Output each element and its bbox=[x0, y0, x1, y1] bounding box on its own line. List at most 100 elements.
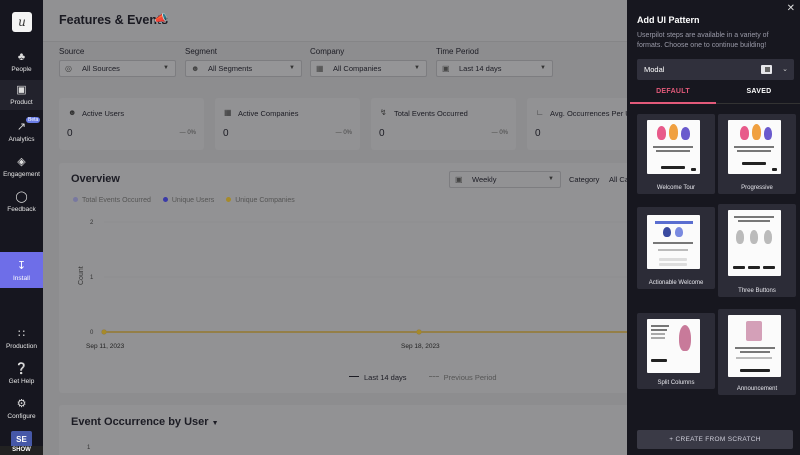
format-select[interactable]: Modal ⌄ bbox=[637, 59, 794, 80]
chevron-down-icon: ▼ bbox=[414, 65, 420, 71]
illustration-figure bbox=[740, 126, 749, 140]
sidebar-item-label: Product bbox=[10, 99, 33, 106]
chart-icon: ∟ bbox=[536, 108, 544, 117]
stat-label: Avg. Occurrences Per U bbox=[550, 109, 631, 118]
text-line bbox=[658, 249, 688, 251]
gear-icon: ⚙ bbox=[16, 398, 27, 410]
filter-segment: Segment ☻ All Segments ▼ bbox=[185, 47, 302, 77]
illustration-figure bbox=[669, 124, 678, 140]
source-select[interactable]: ◎ All Sources ▼ bbox=[59, 60, 176, 77]
sidebar-item-people[interactable]: ♣ People bbox=[0, 50, 43, 73]
install-icon: ↧ bbox=[16, 260, 27, 272]
filter-time-period: Time Period ▣ Last 14 days ▼ bbox=[436, 47, 553, 77]
illustration-figure bbox=[657, 126, 666, 140]
sidebar-item-analytics[interactable]: ↗ Beta Analytics bbox=[0, 117, 43, 143]
drawer-title: Add UI Pattern bbox=[637, 15, 700, 25]
beta-badge: Beta bbox=[26, 117, 41, 123]
sidebar-item-production[interactable]: ∷ Production bbox=[0, 327, 43, 350]
dashed-line-swatch bbox=[428, 376, 439, 377]
illustration-figure bbox=[736, 230, 744, 244]
help-icon: ❔ bbox=[14, 363, 29, 375]
thumb-button bbox=[659, 263, 687, 266]
chevron-down-icon: ▼ bbox=[211, 420, 219, 427]
sidebar-item-product[interactable]: ▣ Product bbox=[0, 80, 43, 110]
template-card-announcement[interactable]: Announcement bbox=[718, 309, 796, 395]
y-tick-label: 1 bbox=[90, 275, 94, 281]
tab-saved[interactable]: SAVED bbox=[716, 88, 800, 104]
select-value: Modal bbox=[644, 65, 665, 74]
template-name: Progressive bbox=[741, 185, 773, 191]
sidebar-item-get-help[interactable]: ❔ Get Help bbox=[0, 362, 43, 385]
illustration-figure bbox=[746, 321, 762, 341]
illustration-figure bbox=[675, 227, 683, 237]
template-card-progressive[interactable]: Progressive bbox=[718, 114, 796, 194]
text-line bbox=[738, 220, 770, 222]
sidebar-item-engagement[interactable]: ◈ Engagement bbox=[0, 155, 43, 178]
people-icon: ♣ bbox=[17, 51, 26, 63]
sidebar-item-label: Get Help bbox=[8, 378, 35, 385]
template-thumbnail bbox=[728, 120, 781, 174]
modal-icon bbox=[761, 65, 772, 74]
calendar-icon: ▣ bbox=[442, 64, 450, 73]
y-axis-label: Count bbox=[78, 266, 85, 285]
template-thumbnail bbox=[647, 215, 700, 269]
template-name: Actionable Welcome bbox=[648, 280, 704, 286]
sidebar: u ♣ People ▣ Product ↗ Beta Analytics ◈ … bbox=[0, 0, 43, 455]
stat-value: 0 bbox=[67, 128, 73, 139]
current-period-label: Last 14 days bbox=[364, 373, 407, 382]
template-name: Three Buttons bbox=[738, 288, 776, 294]
template-name: Split Columns bbox=[657, 380, 695, 386]
grid-icon: ∷ bbox=[18, 328, 25, 340]
sidebar-item-label: Install bbox=[13, 275, 30, 282]
select-value: All Sources bbox=[82, 64, 120, 73]
text-line bbox=[653, 242, 693, 244]
illustration-figure bbox=[764, 230, 772, 244]
thumb-button bbox=[742, 162, 766, 165]
chevron-down-icon: ▼ bbox=[289, 65, 295, 71]
chevron-down-icon: ▼ bbox=[540, 65, 546, 71]
tab-default[interactable]: DEFAULT bbox=[630, 88, 716, 104]
sidebar-item-label: Feedback bbox=[7, 206, 36, 213]
segment-select[interactable]: ☻ All Segments ▼ bbox=[185, 60, 302, 77]
time-period-select[interactable]: ▣ Last 14 days ▼ bbox=[436, 60, 553, 77]
panel-title-text: Event Occurrence by User bbox=[71, 416, 209, 428]
thumb-button bbox=[740, 369, 770, 372]
sidebar-item-label: Production bbox=[5, 343, 38, 350]
illustration-figure bbox=[764, 127, 772, 140]
template-card-welcome-tour[interactable]: Welcome Tour bbox=[637, 114, 715, 194]
illustration-figure bbox=[679, 325, 691, 351]
add-ui-pattern-drawer: ✕ Add UI Pattern Userpilot steps are ava… bbox=[627, 0, 800, 455]
template-thumbnail bbox=[728, 315, 781, 377]
text-line bbox=[651, 333, 665, 335]
sidebar-item-feedback[interactable]: ◯ Feedback bbox=[0, 190, 43, 213]
close-icon[interactable]: ✕ bbox=[787, 3, 795, 14]
filter-label: Time Period bbox=[436, 47, 479, 56]
sidebar-item-configure[interactable]: ⚙ Configure bbox=[0, 397, 43, 420]
template-card-three-buttons[interactable]: Three Buttons bbox=[718, 204, 796, 297]
megaphone-icon: 📣 bbox=[154, 13, 168, 25]
stat-card-active-users: ☻ Active Users 0 — 0% bbox=[59, 98, 204, 150]
sidebar-item-install[interactable]: ↧ Install bbox=[0, 252, 43, 288]
create-from-scratch-button[interactable]: + CREATE FROM SCRATCH bbox=[637, 430, 793, 449]
template-card-split-columns[interactable]: Split Columns bbox=[637, 313, 715, 389]
drawer-description: Userpilot steps are available in a varie… bbox=[637, 32, 769, 49]
thumb-button bbox=[733, 266, 745, 269]
filter-label: Company bbox=[310, 47, 345, 56]
panel-title[interactable]: Event Occurrence by User ▼ bbox=[71, 416, 219, 428]
userpilot-logo[interactable]: u bbox=[12, 12, 32, 32]
show-label[interactable]: SHOW bbox=[0, 446, 43, 455]
template-card-actionable-welcome[interactable]: Actionable Welcome bbox=[637, 207, 715, 289]
product-icon: ▣ bbox=[16, 84, 27, 96]
y-tick-label: 2 bbox=[90, 220, 94, 226]
stat-label: Active Companies bbox=[238, 109, 299, 118]
template-thumbnail bbox=[728, 210, 781, 276]
chevron-down-icon: ▼ bbox=[163, 65, 169, 71]
stat-change: — 0% bbox=[179, 130, 196, 136]
sidebar-item-label: Engagement bbox=[3, 171, 40, 178]
stat-change: — 0% bbox=[491, 130, 508, 136]
globe-icon: ◎ bbox=[65, 64, 72, 73]
lightning-icon: ↯ bbox=[380, 108, 387, 117]
company-select[interactable]: ▦ All Companies ▼ bbox=[310, 60, 427, 77]
filter-label: Source bbox=[59, 47, 85, 56]
thumb-button bbox=[772, 168, 777, 171]
